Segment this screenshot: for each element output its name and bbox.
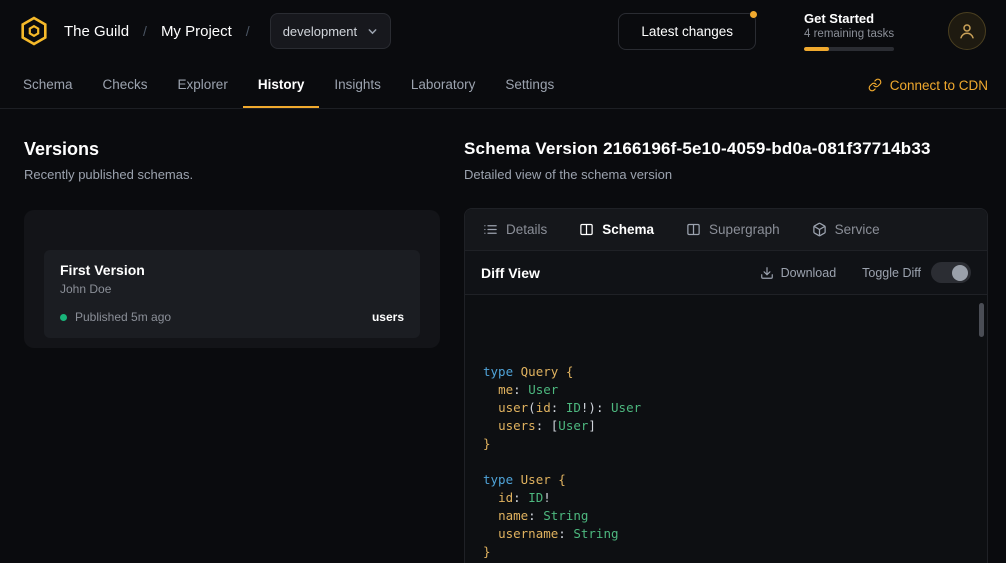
get-started-title: Get Started [804, 11, 900, 26]
user-avatar[interactable] [948, 12, 986, 50]
versions-panel: Versions Recently published schemas. Fir… [0, 109, 464, 563]
download-button[interactable]: Download [760, 266, 837, 280]
version-detail-subtitle: Detailed view of the schema version [464, 167, 988, 182]
nav-tab-insights[interactable]: Insights [319, 62, 396, 108]
connect-to-cdn-button[interactable]: Connect to CDN [868, 62, 988, 108]
box-icon [812, 222, 827, 237]
breadcrumb-project[interactable]: My Project [161, 23, 232, 40]
latest-changes-button[interactable]: Latest changes [618, 13, 756, 50]
notification-dot [750, 11, 757, 18]
breadcrumb-separator: / [143, 23, 147, 39]
schema-view-panel: Details Schema Sup [464, 208, 988, 563]
version-detail-panel: Schema Version 2166196f-5e10-4059-bd0a-0… [464, 109, 988, 563]
columns-icon [579, 222, 594, 237]
hive-logo-icon[interactable] [18, 15, 50, 47]
schema-view-tabs: Details Schema Sup [465, 209, 987, 251]
version-author: John Doe [60, 282, 404, 296]
latest-changes-label: Latest changes [641, 24, 733, 39]
nav-tab-laboratory[interactable]: Laboratory [396, 62, 491, 108]
published-status-dot [60, 314, 67, 321]
top-header: The Guild / My Project / development Lat… [0, 0, 1006, 62]
download-label: Download [781, 266, 837, 280]
versions-title: Versions [24, 139, 440, 160]
breadcrumb-separator: / [246, 23, 250, 39]
tab-service[interactable]: Service [812, 222, 880, 237]
nav-tab-checks[interactable]: Checks [88, 62, 163, 108]
code-block[interactable]: type Query { me: User user(id: ID!): Use… [465, 295, 987, 563]
main-nav: Schema Checks Explorer History Insights … [0, 62, 1006, 109]
get-started-progress-track [804, 47, 894, 51]
tab-supergraph[interactable]: Supergraph [686, 222, 780, 237]
nav-tab-explorer[interactable]: Explorer [163, 62, 243, 108]
version-status: Published 5m ago [75, 310, 171, 324]
versions-list-card: First Version John Doe Published 5m ago … [24, 210, 440, 348]
nav-tab-history[interactable]: History [243, 62, 320, 108]
version-list-item[interactable]: First Version John Doe Published 5m ago … [44, 250, 420, 338]
scrollbar-thumb[interactable] [979, 303, 984, 337]
list-icon [483, 222, 498, 237]
link-icon [868, 78, 882, 92]
environment-select[interactable]: development [270, 13, 391, 49]
get-started-progress-fill [804, 47, 829, 51]
main-content: Versions Recently published schemas. Fir… [0, 109, 1006, 563]
download-icon [760, 266, 774, 280]
get-started-widget[interactable]: Get Started 4 remaining tasks [804, 11, 900, 51]
get-started-subtitle: 4 remaining tasks [804, 28, 900, 40]
tab-details[interactable]: Details [483, 222, 547, 237]
versions-subtitle: Recently published schemas. [24, 167, 440, 182]
toggle-diff-label: Toggle Diff [862, 266, 921, 280]
columns-icon [686, 222, 701, 237]
environment-select-value: development [283, 24, 357, 39]
version-name: First Version [60, 262, 404, 278]
chevron-down-icon [367, 26, 378, 37]
connect-to-cdn-label: Connect to CDN [890, 78, 988, 93]
toggle-diff-switch[interactable] [931, 262, 971, 283]
version-service-tag: users [372, 310, 404, 324]
user-icon [958, 22, 976, 40]
tab-schema[interactable]: Schema [579, 222, 654, 237]
breadcrumb-org[interactable]: The Guild [64, 23, 129, 40]
nav-tab-schema[interactable]: Schema [8, 62, 88, 108]
diff-view-header: Diff View Download Toggle Diff [465, 251, 987, 295]
diff-view-title: Diff View [481, 265, 540, 281]
version-detail-title: Schema Version 2166196f-5e10-4059-bd0a-0… [464, 139, 988, 159]
nav-tab-settings[interactable]: Settings [490, 62, 569, 108]
toggle-knob [952, 265, 968, 281]
